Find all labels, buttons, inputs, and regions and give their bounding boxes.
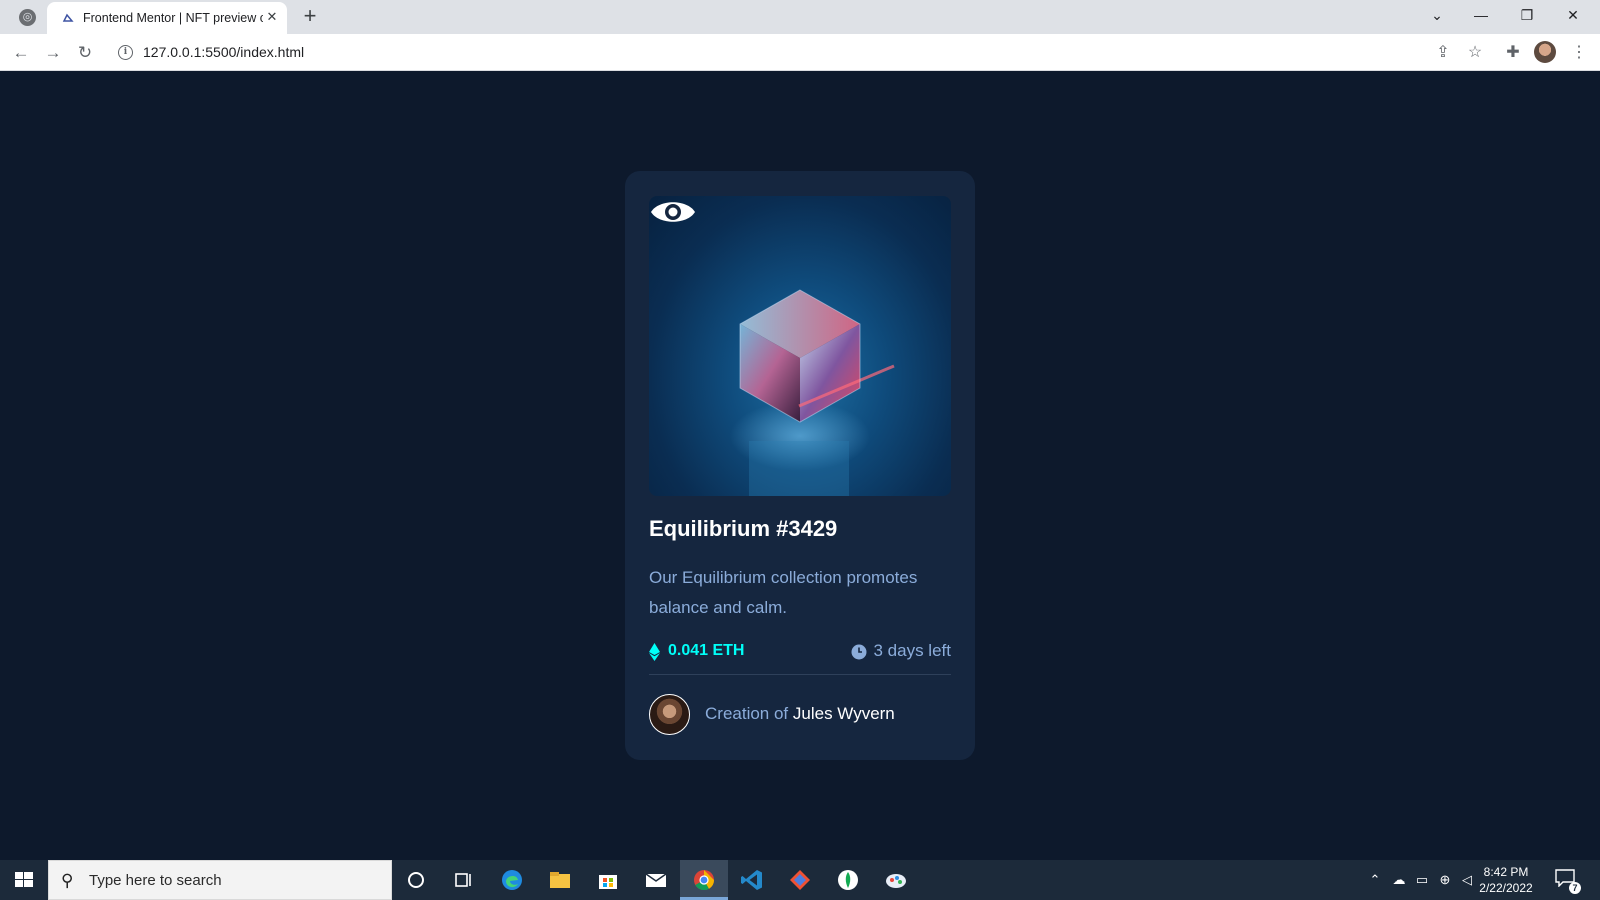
nft-title[interactable]: Equilibrium #3429 [649, 516, 837, 542]
price-row: 0.041 ETH 3 days left [649, 641, 951, 663]
tab-title: Frontend Mentor | NFT preview c [83, 11, 263, 25]
file-explorer-button[interactable] [536, 860, 584, 900]
vscode-button[interactable] [728, 860, 776, 900]
search-placeholder: Type here to search [89, 872, 222, 889]
start-button[interactable] [0, 860, 48, 900]
vscode-icon [741, 870, 762, 890]
ethereum-icon [649, 643, 660, 661]
onedrive-cloud-icon[interactable]: ☁ [1390, 871, 1408, 889]
clock-time: 8:42 PM [1483, 865, 1529, 879]
tab-search-icon[interactable]: ◎ [19, 9, 36, 26]
network-globe-icon[interactable]: ⊕ [1436, 871, 1454, 889]
creator-avatar [649, 694, 690, 735]
share-icon[interactable]: ⇪ [1430, 40, 1456, 66]
extensions-icon[interactable]: ✚ [1500, 40, 1526, 66]
site-info-icon[interactable]: i [118, 45, 133, 60]
restore-button[interactable]: ❐ [1504, 0, 1550, 30]
time-left: 3 days left [873, 641, 952, 660]
clock-date: 2/22/2022 [1479, 881, 1533, 895]
mongodb-button[interactable] [824, 860, 872, 900]
windows-logo-icon [15, 872, 33, 887]
windows-taskbar: ⚲ Type here to search ⌃ ☁ ▭ ⊕ ◁ 8:42 PM … [0, 860, 1600, 900]
url-text: 127.0.0.1:5500/index.html [143, 44, 305, 60]
mail-button[interactable] [632, 860, 680, 900]
bookmark-star-icon[interactable]: ☆ [1462, 40, 1488, 66]
minimize-button[interactable]: — [1458, 0, 1504, 30]
new-tab-button[interactable]: + [298, 5, 322, 29]
divider [649, 674, 951, 675]
mongodb-icon [838, 870, 858, 890]
menu-kebab-icon[interactable]: ⋮ [1566, 40, 1592, 66]
creator-label: Creation of Jules Wyvern [705, 704, 895, 724]
chrome-icon [694, 870, 715, 891]
profile-avatar[interactable] [1534, 41, 1556, 63]
chrome-button[interactable] [680, 860, 728, 900]
git-button[interactable] [776, 860, 824, 900]
address-bar[interactable]: i 127.0.0.1:5500/index.html [108, 38, 1500, 67]
file-explorer-icon [550, 872, 570, 888]
cortana-button[interactable] [392, 860, 440, 900]
frontend-mentor-favicon-icon [62, 13, 74, 22]
edge-button[interactable] [488, 860, 536, 900]
battery-icon[interactable]: ▭ [1413, 871, 1431, 889]
browser-toolbar: ← → ↻ i 127.0.0.1:5500/index.html ⇪ ☆ ✚ … [0, 34, 1600, 71]
paint-icon [886, 874, 906, 888]
notification-badge: 7 [1569, 882, 1581, 894]
cortana-icon [408, 872, 424, 888]
browser-tabstrip: ◎ Frontend Mentor | NFT preview c ✕ + ⌄ … [0, 0, 1600, 34]
back-icon[interactable]: ← [8, 40, 34, 66]
paint-button[interactable] [872, 860, 920, 900]
forward-icon[interactable]: → [40, 40, 66, 66]
nft-card: Equilibrium #3429 Our Equilibrium collec… [625, 171, 975, 760]
task-view-icon [455, 873, 471, 887]
page-content: Equilibrium #3429 Our Equilibrium collec… [0, 71, 1600, 860]
edge-icon [502, 870, 522, 890]
show-hidden-icons-icon[interactable]: ⌃ [1366, 871, 1384, 889]
git-icon [790, 870, 810, 890]
taskbar-search-input[interactable]: ⚲ Type here to search [48, 860, 392, 900]
reload-icon[interactable]: ↻ [72, 40, 98, 66]
close-window-button[interactable]: ✕ [1550, 0, 1596, 30]
creator-row: Creation of Jules Wyvern [649, 694, 951, 736]
creator-name-link[interactable]: Jules Wyvern [793, 704, 895, 723]
mail-icon [645, 873, 667, 887]
close-tab-icon[interactable]: ✕ [263, 8, 281, 26]
equilibrium-cube-image [730, 289, 895, 496]
taskbar-clock[interactable]: 8:42 PM 2/22/2022 [1470, 864, 1542, 896]
nft-description: Our Equilibrium collection promotes bala… [649, 568, 918, 617]
clock-icon [851, 644, 867, 660]
notification-center-button[interactable]: 7 [1555, 869, 1581, 894]
nft-image[interactable] [649, 196, 951, 496]
store-icon [599, 875, 617, 889]
store-button[interactable] [584, 860, 632, 900]
view-eye-icon[interactable] [649, 196, 697, 228]
creator-prefix: Creation of [705, 704, 793, 723]
eth-price: 0.041 ETH [668, 642, 745, 659]
task-view-button[interactable] [440, 860, 488, 900]
tab-search-chevron-icon[interactable]: ⌄ [1414, 0, 1460, 30]
search-icon: ⚲ [61, 871, 74, 890]
browser-tab[interactable]: Frontend Mentor | NFT preview c ✕ [47, 2, 287, 34]
